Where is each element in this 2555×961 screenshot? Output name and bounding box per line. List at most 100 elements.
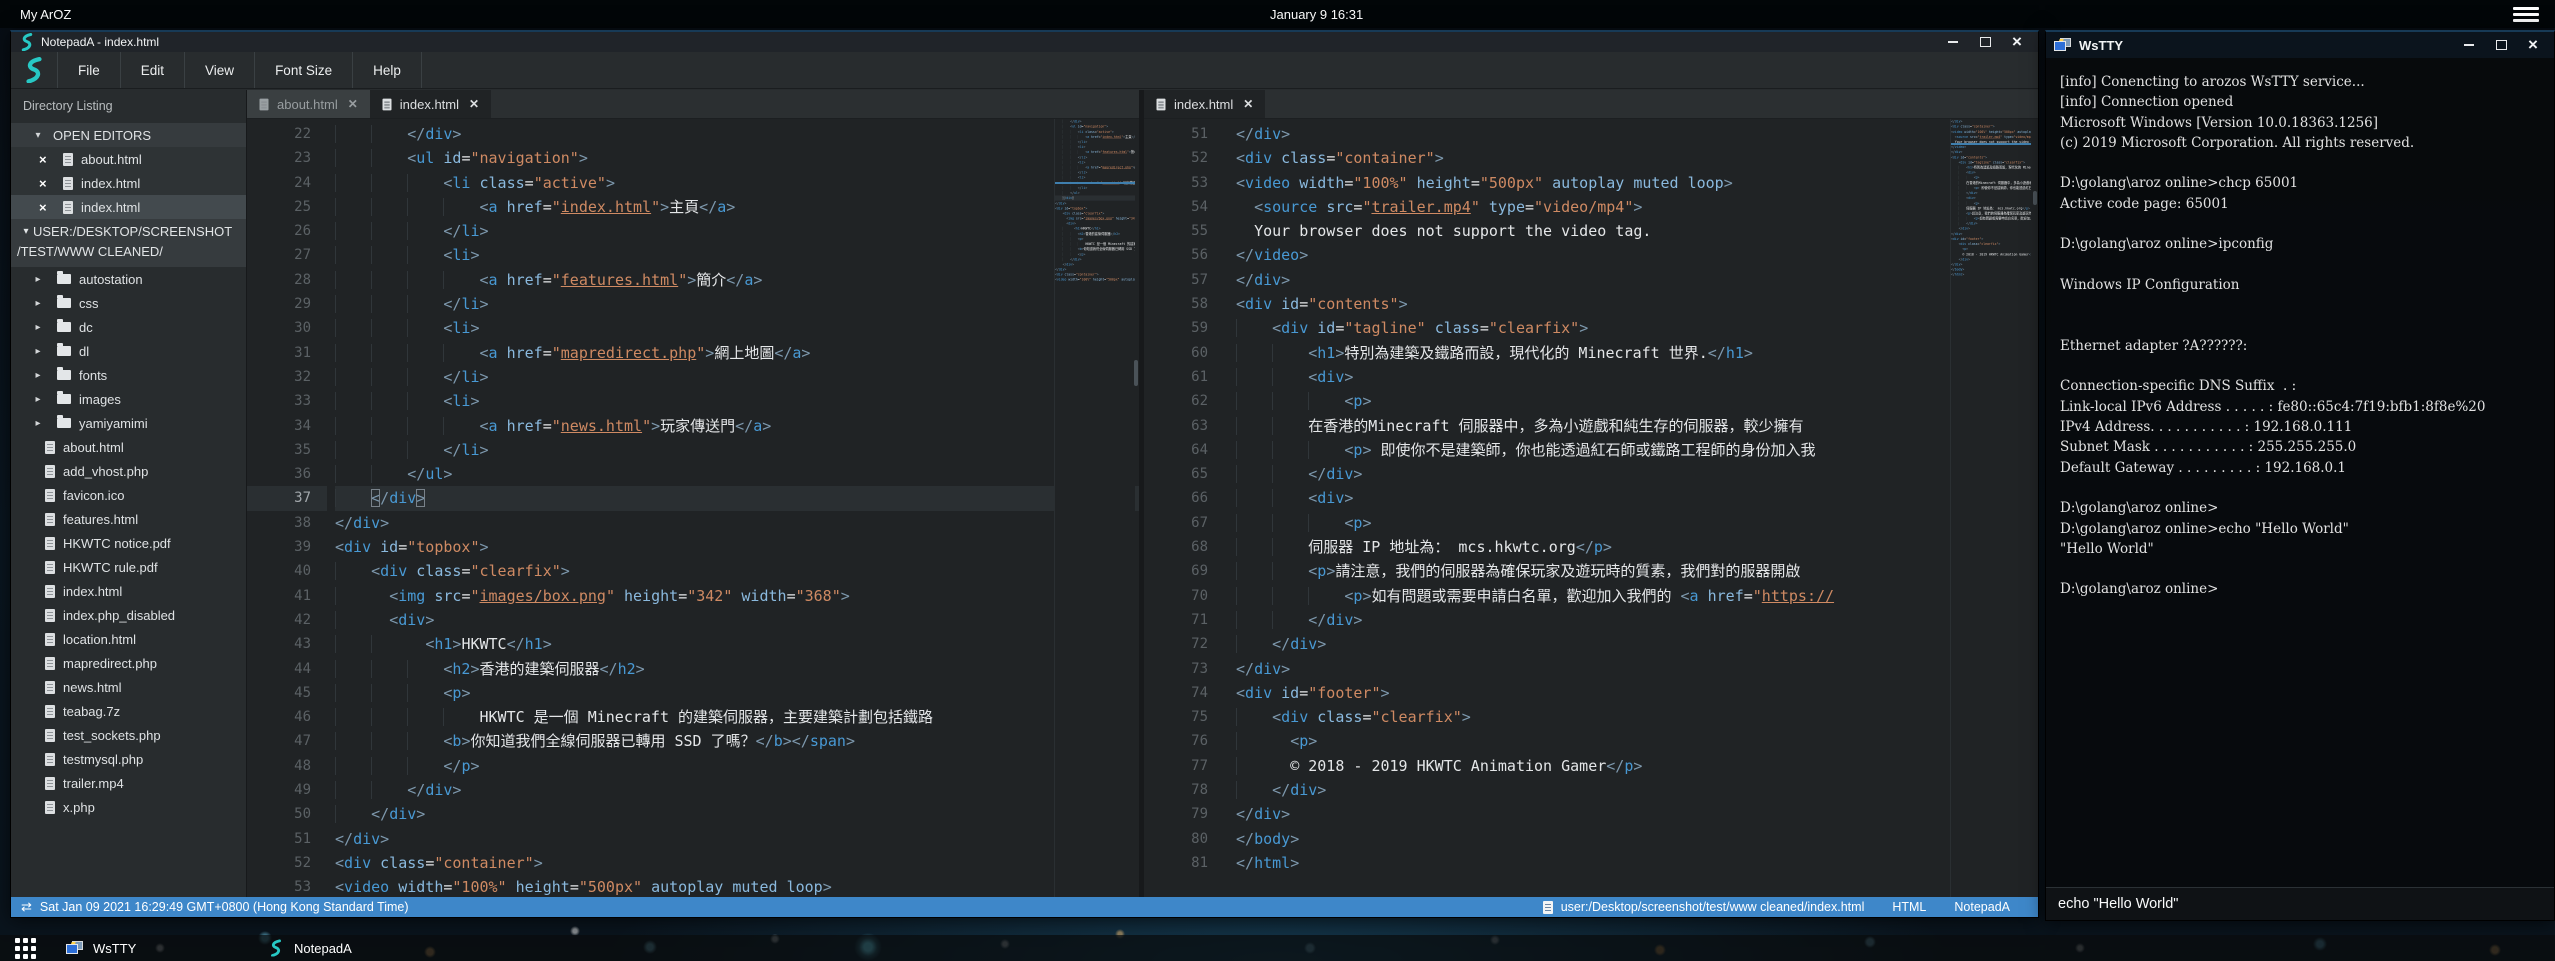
file-icon [45,753,55,766]
sidebar-folder-autostation[interactable]: ▸autostation [11,267,246,291]
code-area[interactable]: 2223242526272829303132333435363738394041… [247,119,1139,897]
wstty-title-bar[interactable]: WsTTY × [2046,32,2554,58]
indent-guide [1236,562,1272,580]
code-line: </div> [1236,632,2038,656]
menu-item-file[interactable]: File [58,52,121,88]
tab-about-html[interactable]: about.html✕ [247,90,370,118]
maximize-icon[interactable] [1978,35,1992,49]
indent-guide [1272,562,1308,580]
indent-guide [335,611,371,629]
taskbar-item-wstty[interactable]: WsTTY [66,935,136,961]
tab-index-html[interactable]: index.html✕ [1144,90,1265,118]
code-line: <a href="features.html">簡介</a> [335,268,1139,292]
line-number: 51 [1144,122,1224,146]
code-line: <p> 即使你不是建築師，你也能透過紅石師或鐵路工程師的身份加入我 [1236,438,2038,462]
sidebar-file-favicon-ico[interactable]: favicon.ico [11,483,246,507]
file-icon [45,657,55,670]
indent-guide [335,805,371,823]
minimize-icon[interactable] [1946,35,1960,49]
sidebar-file-about-html[interactable]: about.html [11,435,246,459]
indent-guide [1272,465,1308,483]
sidebar-file-news-html[interactable]: news.html [11,675,246,699]
close-icon[interactable]: × [2010,35,2024,49]
sidebar-file-index-php-disabled[interactable]: index.php_disabled [11,603,246,627]
scrollbar-thumb[interactable] [2033,191,2037,205]
terminal-line: Default Gateway . . . . . . . . . : 192.… [2060,458,2554,478]
menu-item-edit[interactable]: Edit [121,52,185,88]
scrollbar[interactable] [2032,119,2038,897]
code-line: <source src="trailer.mp4" type="video/mp… [1236,195,2038,219]
code-line: <video width="100%" height="500px" autop… [1236,171,2038,195]
close-file-icon[interactable]: × [39,152,53,167]
scrollbar-thumb[interactable] [1134,360,1138,386]
indent-guide [443,344,479,362]
code-line: <p> [1236,729,2038,753]
sidebar-file-trailer-mp4[interactable]: trailer.mp4 [11,771,246,795]
sidebar-file-mapredirect-php[interactable]: mapredirect.php [11,651,246,675]
sidebar-file-index-html[interactable]: index.html [11,579,246,603]
file-icon [45,513,55,526]
system-menu-icon[interactable] [2513,7,2539,22]
close-icon[interactable]: × [2526,38,2540,52]
code-text[interactable]: </div> <div class="container"><video widt… [1224,119,2038,897]
close-file-icon[interactable]: × [39,200,53,215]
sidebar-folder-css[interactable]: ▸css [11,291,246,315]
indent-guide [1236,781,1272,799]
menu-item-font-size[interactable]: Font Size [255,52,353,88]
sidebar-folder-dl[interactable]: ▸dl [11,339,246,363]
close-file-icon[interactable]: × [39,176,53,191]
wstty-window-controls: × [2462,38,2540,52]
sidebar-file-features-html[interactable]: features.html [11,507,246,531]
menu-item-view[interactable]: View [185,52,255,88]
sidebar-file-hkwtc-notice-pdf[interactable]: HKWTC notice.pdf [11,531,246,555]
open-editors-header[interactable]: ▾OPEN EDITORS [11,123,246,147]
sidebar-file-add-vhost-php[interactable]: add_vhost.php [11,459,246,483]
taskbar-item-notepada[interactable]: NotepadA [268,935,352,961]
code-line: <div id="contents"> [1236,292,2038,316]
tab-close-icon[interactable]: ✕ [469,97,479,111]
folder-icon [57,370,71,380]
notepada-logo-icon[interactable] [11,52,58,88]
sidebar-file-location-html[interactable]: location.html [11,627,246,651]
terminal-command-input[interactable]: echo "Hello World" [2046,887,2554,920]
menu-item-help[interactable]: Help [353,52,422,88]
line-number: 57 [1144,268,1224,292]
sidebar-folder-images[interactable]: ▸images [11,387,246,411]
code-area[interactable]: 5152535455565758596061626364656667686970… [1144,119,2038,897]
sidebar-file-x-php[interactable]: x.php [11,795,246,819]
folder-name: autostation [79,272,143,287]
workspace-root-header[interactable]: ▾USER:/DESKTOP/SCREENSHOT/TEST/WWW CLEAN… [11,219,246,267]
sidebar-file-hkwtc-rule-pdf[interactable]: HKWTC rule.pdf [11,555,246,579]
code-line: <div class="container"> [1236,146,2038,170]
editor-pane-right[interactable]: index.html✕51525354555657585960616263646… [1144,90,2038,897]
indent-guide [371,732,407,750]
editor-pane-left[interactable]: about.html✕index.html✕222324252627282930… [247,90,1139,897]
scrollbar[interactable] [1133,119,1139,897]
open-editor-item[interactable]: ×index.html [11,195,246,219]
notepad-title-bar[interactable]: NotepadA - index.html × [11,32,2038,52]
minimize-icon[interactable] [2462,38,2476,52]
sidebar-file-test-sockets-php[interactable]: test_sockets.php [11,723,246,747]
tab-index-html[interactable]: index.html✕ [370,90,491,118]
code-line: <p> [335,681,1139,705]
line-number: 42 [247,608,327,632]
app-launcher-grid-icon[interactable] [15,938,36,959]
code-text[interactable]: </div> <ul id="navigation"> <li class="a… [327,119,1139,897]
sidebar-file-testmysql-php[interactable]: testmysql.php [11,747,246,771]
open-editor-item[interactable]: ×index.html [11,171,246,195]
tab-close-icon[interactable]: ✕ [348,97,358,111]
minimap[interactable]: </div><div class="container"><video widt… [1950,119,2031,897]
sidebar-file-teabag-7z[interactable]: teabag.7z [11,699,246,723]
code-line: 在香港的Minecraft 伺服器中，多為小遊戲和純生存的伺服器，較少擁有 [1236,414,2038,438]
minimap[interactable]: </div> <ul id="navigation"> <li class="a… [1054,119,1135,897]
indent-guide [1236,635,1272,653]
tab-close-icon[interactable]: ✕ [1243,97,1253,111]
maximize-icon[interactable] [2494,38,2508,52]
code-text[interactable]: </div> <ul id="navigation"> <li class="a… [1055,119,1135,282]
code-line: <img src="images/box.png" height="342" w… [335,584,1139,608]
sidebar-folder-yamiyamimi[interactable]: ▸yamiyamimi [11,411,246,435]
sidebar-folder-fonts[interactable]: ▸fonts [11,363,246,387]
sidebar-folder-dc[interactable]: ▸dc [11,315,246,339]
open-editor-item[interactable]: ×about.html [11,147,246,171]
file-name: mapredirect.php [63,656,157,671]
